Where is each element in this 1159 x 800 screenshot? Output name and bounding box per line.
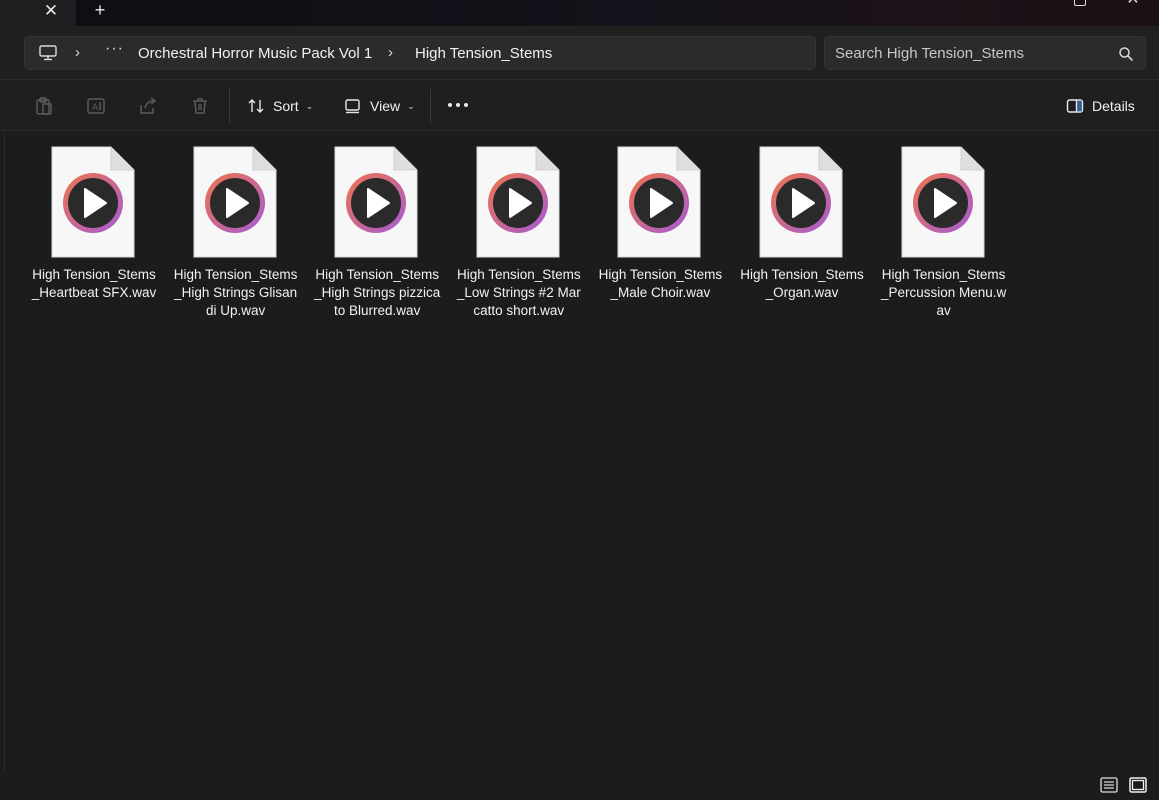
title-bar: ✕ + ✕ xyxy=(0,0,1159,26)
view-label: View xyxy=(370,98,401,114)
paste-icon[interactable] xyxy=(34,96,54,116)
file-name: High Tension_Stems_High Strings Glisandi… xyxy=(173,267,298,318)
details-view-icon[interactable] xyxy=(1100,776,1118,794)
share-icon[interactable] xyxy=(138,96,158,116)
audio-file-icon xyxy=(193,146,277,258)
delete-icon[interactable] xyxy=(190,96,210,116)
window-close-icon[interactable]: ✕ xyxy=(1124,0,1142,9)
svg-text:A: A xyxy=(92,103,99,113)
maximize-icon[interactable] xyxy=(1074,0,1086,6)
close-tab-icon[interactable]: ✕ xyxy=(41,0,61,20)
details-button[interactable]: Details xyxy=(1066,93,1135,119)
file-item[interactable]: High Tension_Stems_Percussion Menu.wav xyxy=(880,146,1008,346)
file-item[interactable]: High Tension_Stems_Heartbeat SFX.wav xyxy=(30,146,158,346)
file-name: High Tension_Stems_Organ.wav xyxy=(740,267,864,300)
toolbar-divider xyxy=(229,89,230,123)
breadcrumb-item[interactable]: Orchestral Horror Music Pack Vol 1 xyxy=(138,45,372,62)
file-list[interactable]: High Tension_Stems_Heartbeat SFX.wav High… xyxy=(4,131,1159,772)
rename-icon[interactable]: A xyxy=(86,96,106,116)
address-bar[interactable]: › ··· Orchestral Horror Music Pack Vol 1… xyxy=(24,36,816,70)
new-tab-button[interactable]: + xyxy=(90,0,110,20)
audio-file-icon xyxy=(51,146,135,258)
breadcrumb-separator[interactable]: › xyxy=(388,44,393,61)
search-icon[interactable] xyxy=(1118,46,1134,62)
more-options-icon[interactable] xyxy=(446,95,470,115)
file-item[interactable]: High Tension_Stems_Male Choir.wav xyxy=(596,146,724,346)
details-pane-icon xyxy=(1066,99,1084,113)
command-bar: A Sort ⌄ View ⌄ Details xyxy=(0,81,1159,131)
status-bar xyxy=(0,772,1159,800)
file-item[interactable]: High Tension_Stems_Low Strings #2 Marcat… xyxy=(455,146,583,346)
sort-icon xyxy=(248,99,264,113)
audio-file-icon xyxy=(759,146,843,258)
address-row: › ··· Orchestral Horror Music Pack Vol 1… xyxy=(0,26,1159,80)
audio-file-icon xyxy=(476,146,560,258)
view-icon xyxy=(345,99,360,114)
file-name: High Tension_Stems_Percussion Menu.wav xyxy=(880,267,1007,318)
chevron-down-icon: ⌄ xyxy=(407,100,415,111)
sort-button[interactable]: Sort ⌄ xyxy=(247,93,313,119)
file-name: High Tension_Stems_Low Strings #2 Marcat… xyxy=(456,267,581,318)
sort-label: Sort xyxy=(273,98,299,114)
chevron-down-icon: ⌄ xyxy=(305,100,314,111)
view-button[interactable]: View ⌄ xyxy=(344,93,415,119)
active-tab[interactable]: ✕ xyxy=(0,0,76,26)
file-item[interactable]: High Tension_Stems_High Strings pizzicat… xyxy=(313,146,441,346)
file-name: High Tension_Stems_Male Choir.wav xyxy=(598,267,723,300)
search-input[interactable] xyxy=(835,43,1105,63)
file-name: High Tension_Stems_Heartbeat SFX.wav xyxy=(31,267,157,300)
search-box[interactable] xyxy=(824,36,1146,70)
computer-icon[interactable] xyxy=(39,45,57,61)
breadcrumb-current[interactable]: High Tension_Stems xyxy=(415,45,552,62)
audio-file-icon xyxy=(901,146,985,258)
toolbar-divider xyxy=(430,89,431,123)
details-label: Details xyxy=(1092,98,1135,114)
large-icons-view-icon[interactable] xyxy=(1129,776,1147,794)
breadcrumb-separator[interactable]: › xyxy=(75,44,80,61)
file-item[interactable]: High Tension_Stems_Organ.wav xyxy=(738,146,866,346)
file-name: High Tension_Stems_High Strings pizzicat… xyxy=(314,267,441,318)
audio-file-icon xyxy=(334,146,418,258)
audio-file-icon xyxy=(617,146,701,258)
file-item[interactable]: High Tension_Stems_High Strings Glisandi… xyxy=(172,146,300,346)
breadcrumb-overflow-button[interactable]: ··· xyxy=(105,40,124,58)
